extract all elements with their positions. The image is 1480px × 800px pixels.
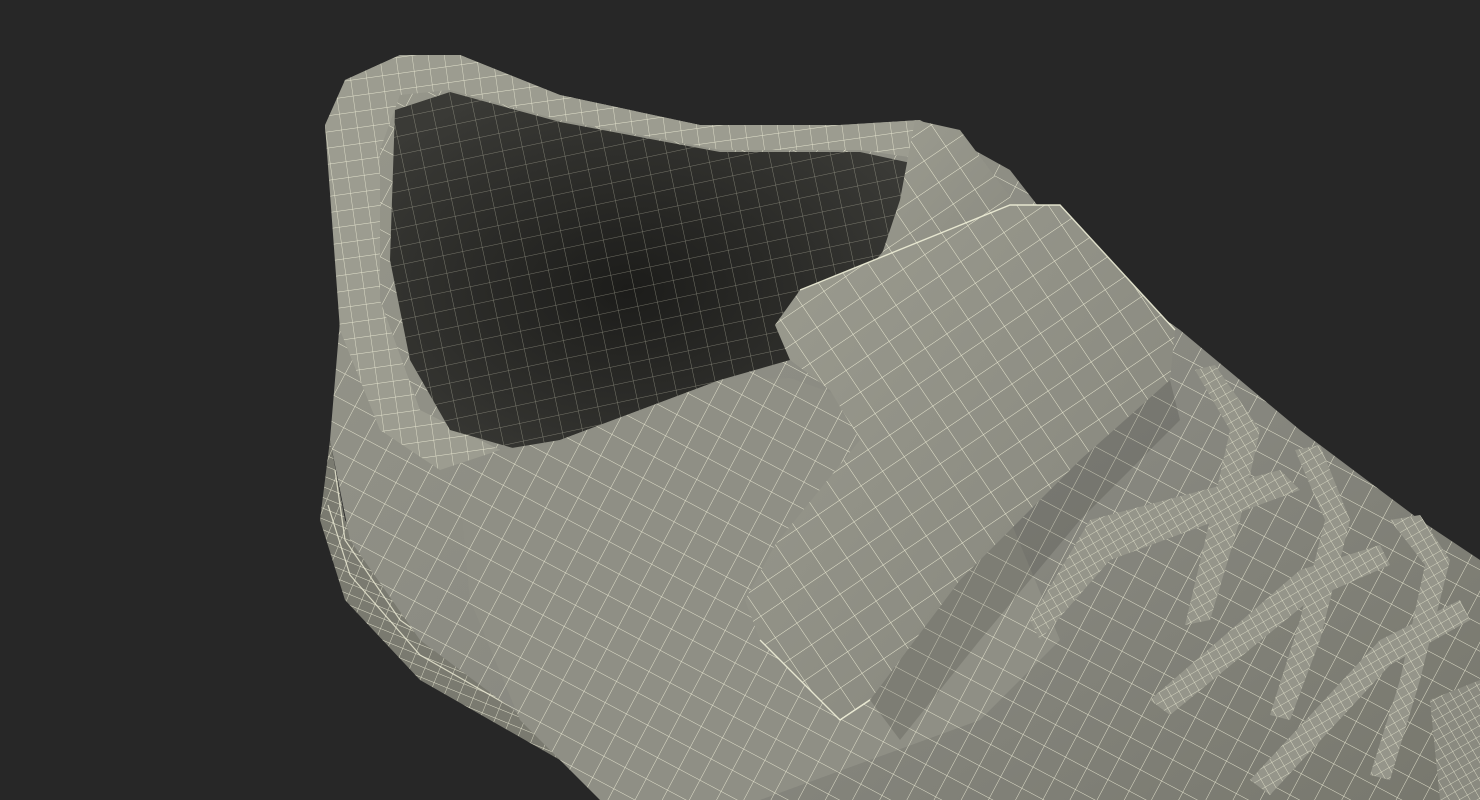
- render-viewport: [0, 0, 1480, 800]
- wireframe-shoe-render: [0, 0, 1480, 800]
